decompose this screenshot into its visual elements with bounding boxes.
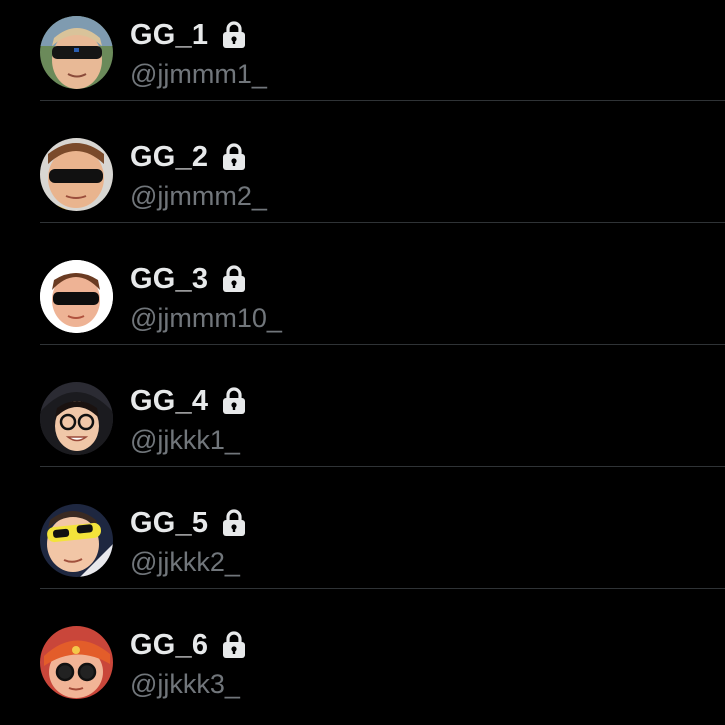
account-row-5[interactable]: GG_5 @jjkkk2_ <box>0 467 725 589</box>
account-row-2[interactable]: GG_2 @jjmmm2_ <box>0 101 725 223</box>
account-row-6[interactable]: GG_6 @jjkkk3_ <box>0 589 725 711</box>
avatar[interactable] <box>40 382 113 455</box>
avatar[interactable] <box>40 16 113 89</box>
display-name-text: GG_6 <box>130 628 209 661</box>
lock-icon <box>220 142 248 172</box>
account-list: GG_1 @jjmmm1_ GG_2 @jjmmm2_ GG_3 @jjmmm1… <box>0 0 725 711</box>
display-name: GG_2 <box>130 139 248 175</box>
account-row-3[interactable]: GG_3 @jjmmm10_ <box>0 223 725 345</box>
lock-icon <box>220 264 248 294</box>
display-name: GG_1 <box>130 17 248 53</box>
handle: @jjkkk2_ <box>130 547 240 577</box>
display-name: GG_6 <box>130 627 248 663</box>
handle: @jjkkk3_ <box>130 669 240 699</box>
display-name-text: GG_5 <box>130 506 209 539</box>
handle: @jjmmm10_ <box>130 303 282 333</box>
lock-icon <box>220 630 248 660</box>
lock-icon <box>220 20 248 50</box>
handle: @jjmmm1_ <box>130 59 267 89</box>
account-row-1[interactable]: GG_1 @jjmmm1_ <box>0 0 725 101</box>
display-name-text: GG_4 <box>130 384 209 417</box>
avatar[interactable] <box>40 260 113 333</box>
display-name: GG_5 <box>130 505 248 541</box>
lock-icon <box>220 508 248 538</box>
handle: @jjkkk1_ <box>130 425 240 455</box>
display-name-text: GG_3 <box>130 262 209 295</box>
avatar[interactable] <box>40 138 113 211</box>
account-row-4[interactable]: GG_4 @jjkkk1_ <box>0 345 725 467</box>
lock-icon <box>220 386 248 416</box>
display-name-text: GG_2 <box>130 140 209 173</box>
avatar[interactable] <box>40 626 113 699</box>
avatar[interactable] <box>40 504 113 577</box>
display-name: GG_3 <box>130 261 248 297</box>
display-name: GG_4 <box>130 383 248 419</box>
handle: @jjmmm2_ <box>130 181 267 211</box>
display-name-text: GG_1 <box>130 18 209 51</box>
